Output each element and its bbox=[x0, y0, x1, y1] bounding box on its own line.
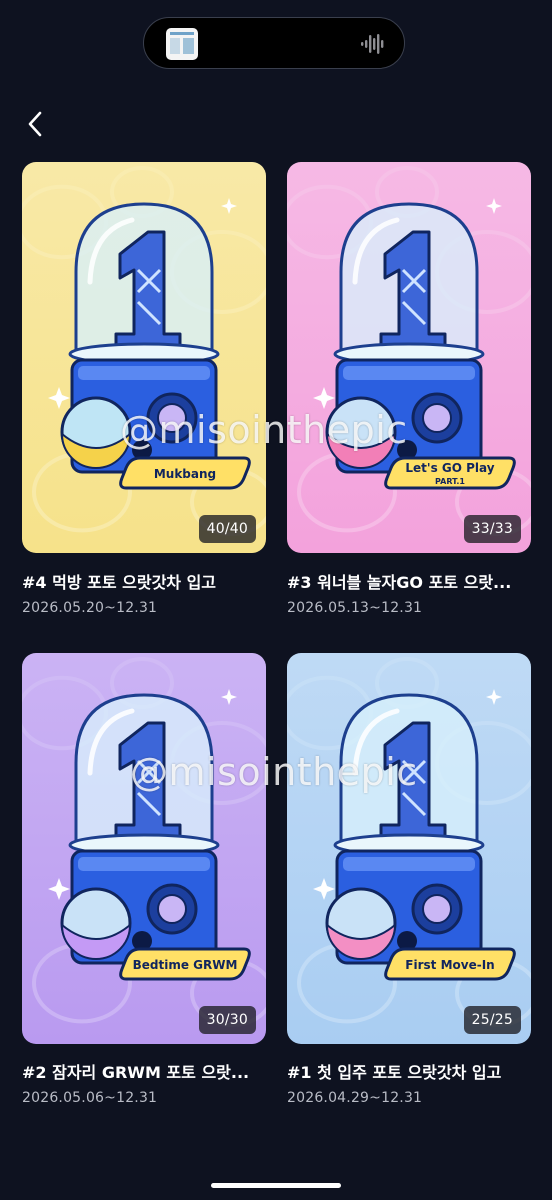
watermark: @misointhepic bbox=[130, 750, 418, 794]
audio-wave-icon bbox=[361, 34, 384, 54]
screen: Mukbang 40/40 #4 먹방 포토 으랏갓차 입고 2026.05.2… bbox=[0, 0, 552, 1200]
card-date-range: 2026.05.20~12.31 bbox=[22, 600, 158, 616]
coin-dial-center bbox=[422, 403, 452, 433]
coin-dial-center bbox=[157, 894, 187, 924]
gacha-card[interactable]: Mukbang 40/40 bbox=[22, 162, 266, 553]
card-title[interactable]: #2 잠자리 GRWM 포토 으랏... bbox=[22, 1059, 272, 1083]
now-playing-thumbnail bbox=[166, 28, 198, 60]
coin-dial-center bbox=[422, 894, 452, 924]
gacha-card[interactable]: Bedtime GRWM 30/30 bbox=[22, 653, 266, 1044]
ribbon-label: First Move-In bbox=[405, 958, 494, 972]
watermark: @misointhepic bbox=[120, 408, 408, 452]
stock-count-badge: 40/40 bbox=[198, 515, 256, 543]
gacha-card[interactable]: First Move-In 25/25 bbox=[287, 653, 531, 1044]
stock-count-badge: 33/33 bbox=[463, 515, 521, 543]
card-title[interactable]: #1 첫 입주 포토 으랏갓차 입고 bbox=[287, 1059, 537, 1083]
gacha-machine-illustration: Mukbang bbox=[22, 162, 266, 553]
gacha-card[interactable]: Let's GO Play PART.1 33/33 bbox=[287, 162, 531, 553]
ribbon-label: Let's GO Play bbox=[405, 461, 494, 475]
home-indicator[interactable] bbox=[211, 1183, 341, 1188]
chevron-left-icon bbox=[28, 111, 42, 137]
dynamic-island[interactable] bbox=[143, 17, 405, 69]
gacha-machine-illustration: Bedtime GRWM bbox=[22, 653, 266, 1044]
gacha-machine-illustration: Let's GO Play PART.1 bbox=[287, 162, 531, 553]
card-title[interactable]: #4 먹방 포토 으랏갓차 입고 bbox=[22, 569, 272, 593]
machine-top-stripe bbox=[78, 857, 210, 871]
back-button[interactable] bbox=[16, 104, 56, 144]
card-date-range: 2026.05.06~12.31 bbox=[22, 1090, 158, 1106]
ribbon-sublabel: PART.1 bbox=[435, 477, 465, 486]
card-title[interactable]: #3 워너블 놀자GO 포토 으랏... bbox=[287, 569, 537, 593]
gacha-machine-illustration: First Move-In bbox=[287, 653, 531, 1044]
machine-top-stripe bbox=[343, 366, 475, 380]
stock-count-badge: 25/25 bbox=[463, 1006, 521, 1034]
stock-count-badge: 30/30 bbox=[198, 1006, 256, 1034]
card-date-range: 2026.05.13~12.31 bbox=[287, 600, 423, 616]
card-date-range: 2026.04.29~12.31 bbox=[287, 1090, 423, 1106]
machine-top-stripe bbox=[343, 857, 475, 871]
ribbon-label: Mukbang bbox=[154, 467, 216, 481]
machine-top-stripe bbox=[78, 366, 210, 380]
ribbon-label: Bedtime GRWM bbox=[133, 958, 238, 972]
